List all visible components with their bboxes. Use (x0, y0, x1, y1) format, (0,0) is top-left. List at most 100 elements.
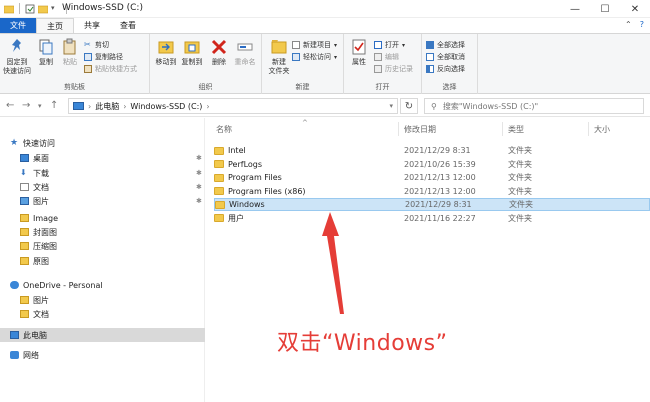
file-modified: 2021/12/29 8:31 (405, 200, 472, 209)
paste-shortcut-button[interactable]: 粘贴快捷方式 (84, 64, 137, 74)
address-input[interactable]: › 此电脑 › Windows-SSD (C:) › ▾ (68, 98, 398, 114)
column-divider[interactable] (588, 122, 589, 136)
new-folder-button[interactable]: 新建 文件夹 (266, 38, 292, 76)
select-none-icon (426, 53, 434, 61)
nav-quick-access[interactable]: ★ 快速访问 (0, 136, 205, 150)
address-dropdown-icon[interactable]: ▾ (389, 102, 393, 110)
collapse-ribbon-icon[interactable]: ⌃ (625, 20, 632, 29)
select-all-button[interactable]: 全部选择 (426, 40, 465, 50)
nav-onedrive-pictures[interactable]: 图片 (0, 293, 205, 307)
nav-item[interactable]: 图片 ✱ (0, 194, 205, 208)
paste-shortcut-label: 粘贴快捷方式 (95, 65, 137, 73)
maximize-button[interactable]: ☐ (590, 0, 620, 18)
minimize-button[interactable]: — (560, 0, 590, 18)
window-controls: — ☐ ✕ (560, 0, 650, 18)
paste-button[interactable]: 粘贴 (60, 38, 80, 67)
toolbar-divider (19, 3, 20, 14)
pin-to-quick-access-button[interactable]: 固定到 快速访问 (2, 38, 32, 76)
nav-onedrive[interactable]: OneDrive - Personal (0, 278, 205, 292)
copy-to-icon (184, 41, 200, 54)
nav-item-label: 封面图 (33, 227, 57, 237)
nav-item[interactable]: ⬇ 下载 ✱ (0, 166, 205, 180)
clipboard-group-label: 剪贴板 (64, 83, 85, 91)
easy-access-button[interactable]: 轻松访问 ▾ (292, 52, 337, 62)
tab-view[interactable]: 查看 (110, 18, 146, 33)
folder-icon (20, 228, 29, 236)
history-button[interactable]: 历史记录 (374, 64, 413, 74)
properties-button[interactable]: 属性 (348, 38, 370, 67)
computer-icon (10, 331, 19, 339)
new-item-button[interactable]: 新建项目 ▾ (292, 40, 337, 50)
nav-item[interactable]: 压缩图 (0, 239, 205, 253)
select-none-button[interactable]: 全部取消 (426, 52, 465, 62)
up-arrow-icon[interactable]: ↑ (50, 100, 58, 111)
file-list: ^ 名称 修改日期 类型 大小 Intel 2021/12/29 8:31 文件夹 P… (206, 118, 650, 402)
edit-label: 编辑 (385, 53, 399, 61)
refresh-button[interactable]: ↻ (400, 98, 418, 114)
edit-button[interactable]: 编辑 (374, 52, 399, 62)
new-folder-icon[interactable] (37, 4, 49, 14)
file-name: PerfLogs (228, 159, 263, 169)
nav-item[interactable]: 封面图 (0, 225, 205, 239)
move-to-button[interactable]: 移动到 (154, 38, 178, 67)
nav-onedrive-documents[interactable]: 文档 (0, 307, 205, 321)
back-arrow-icon[interactable]: ← (6, 100, 14, 111)
download-icon: ⬇ (20, 168, 27, 177)
forward-arrow-icon[interactable]: → (22, 100, 30, 111)
easy-access-label: 轻松访问 (303, 53, 331, 61)
nav-item[interactable]: 文档 ✱ (0, 180, 205, 194)
new-item-icon (292, 41, 300, 49)
properties-label: 属性 (352, 58, 366, 66)
column-header-type[interactable]: 类型 (508, 124, 524, 135)
column-divider[interactable] (398, 122, 399, 136)
column-header-name[interactable]: 名称 (216, 124, 232, 135)
column-divider[interactable] (502, 122, 503, 136)
cut-button[interactable]: ✂ 剪切 (84, 40, 109, 50)
help-icon[interactable]: ? (640, 20, 644, 29)
invert-selection-button[interactable]: 反向选择 (426, 64, 465, 74)
table-row[interactable]: Program Files 2021/12/13 12:00 文件夹 (214, 171, 650, 184)
customize-dropdown-icon[interactable]: ▾ (51, 4, 61, 14)
chevron-down-icon: ▾ (334, 53, 338, 61)
open-button[interactable]: 打开 ▾ (374, 40, 405, 50)
file-name: 用户 (228, 213, 244, 223)
tab-share[interactable]: 共享 (74, 18, 110, 33)
folder-icon (214, 214, 224, 222)
column-header-size[interactable]: 大小 (594, 124, 610, 135)
breadcrumb-drive[interactable]: Windows-SSD (C:) (130, 102, 202, 111)
copy-button[interactable]: 复制 (36, 38, 56, 67)
column-header-modified[interactable]: 修改日期 (404, 124, 436, 135)
open-group-label: 打开 (375, 83, 390, 91)
file-modified: 2021/10/26 15:39 (404, 159, 476, 169)
nav-this-pc[interactable]: 此电脑 (0, 328, 205, 342)
table-row[interactable]: PerfLogs 2021/10/26 15:39 文件夹 (214, 158, 650, 171)
nav-item[interactable]: Image (0, 211, 205, 225)
nav-item[interactable]: 桌面 ✱ (0, 151, 205, 165)
table-row[interactable]: Windows 2021/12/29 8:31 文件夹 (214, 198, 650, 211)
table-row[interactable]: 用户 2021/11/16 22:27 文件夹 (214, 212, 650, 225)
recent-locations-icon[interactable]: ▾ (38, 102, 42, 110)
tab-home[interactable]: 主页 (36, 18, 74, 33)
new-folder-icon (271, 40, 287, 54)
history-label: 历史记录 (385, 65, 413, 73)
rename-button[interactable]: 重命名 (232, 38, 258, 67)
close-button[interactable]: ✕ (620, 0, 650, 18)
properties-icon[interactable] (25, 4, 35, 14)
search-input[interactable]: ⚲ 搜索"Windows-SSD (C:)" (424, 98, 644, 114)
nav-network[interactable]: 网络 (0, 348, 205, 362)
nav-item-label: 原图 (33, 256, 49, 266)
table-row[interactable]: Intel 2021/12/29 8:31 文件夹 (214, 144, 650, 157)
edit-icon (374, 53, 382, 61)
tab-file[interactable]: 文件 (0, 18, 36, 33)
copy-path-button[interactable]: 复制路径 (84, 52, 123, 62)
table-row[interactable]: Program Files (x86) 2021/12/13 12:00 文件夹 (214, 185, 650, 198)
file-type: 文件夹 (508, 213, 532, 223)
copy-to-button[interactable]: 复制到 (180, 38, 204, 67)
cut-label: 剪切 (95, 41, 109, 49)
select-all-label: 全部选择 (437, 41, 465, 49)
nav-item[interactable]: 原图 (0, 254, 205, 268)
delete-label: 删除 (212, 58, 226, 66)
breadcrumb-this-pc[interactable]: 此电脑 (95, 101, 119, 112)
delete-button[interactable]: 删除 (208, 38, 230, 67)
file-modified: 2021/11/16 22:27 (404, 213, 476, 223)
